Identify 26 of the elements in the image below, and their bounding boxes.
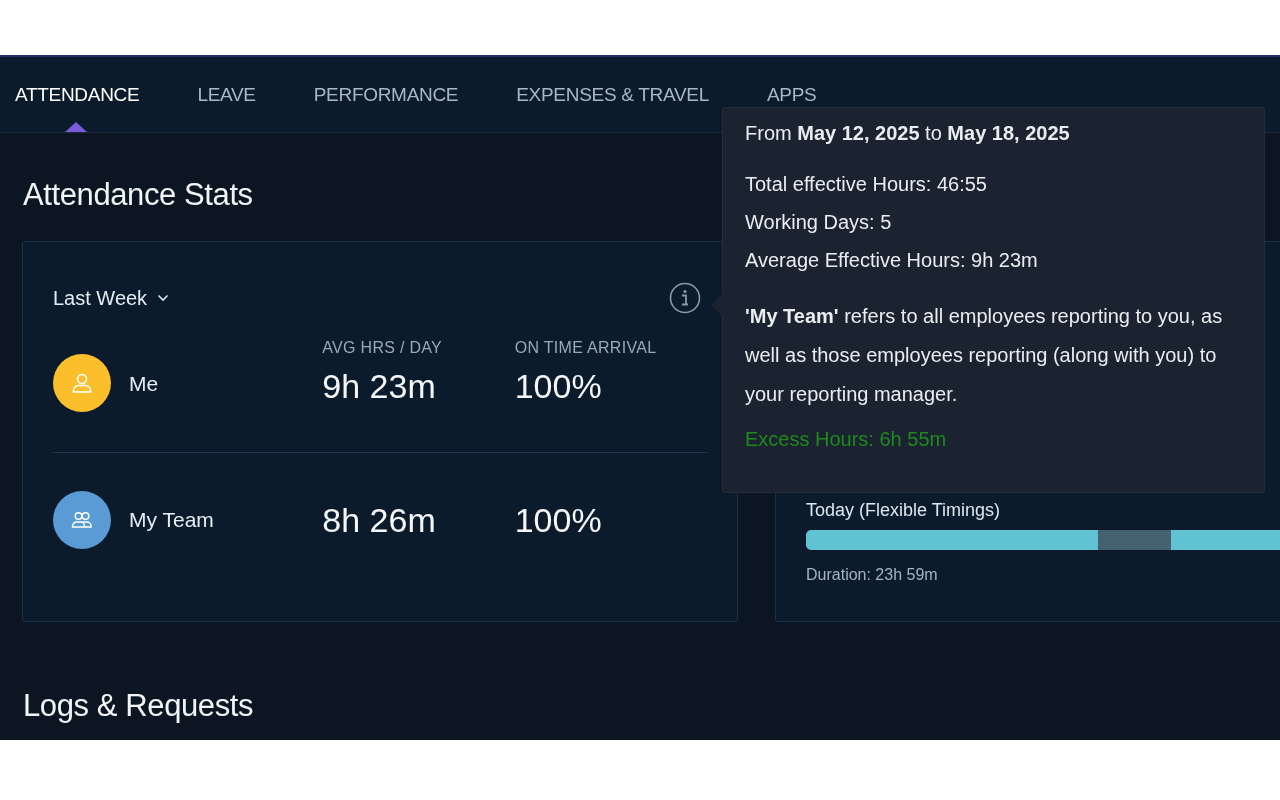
stat-value: 9h 23m [322,367,437,406]
nav-tab[interactable]: ATTENDANCE [15,57,140,132]
tooltip-line: Working Days: 5 [745,210,893,235]
person-icon [70,371,94,395]
tooltip-line: Total effective Hours: 46:55 [745,172,988,197]
stat-value: 8h 26m [322,500,437,540]
duration-text: Duration: 23h 59m [806,566,939,584]
section-title: Logs & Requests [23,688,254,724]
tooltip-line: Average Effective Hours: 9h 23m [745,248,1039,273]
column-header: ON TIME ARRIVAL [514,339,658,357]
stat-value: 100% [514,500,603,540]
caret-icon [157,294,170,302]
tooltip-note: 'My Team' refers to all employees reporting to you, as well as those employees reporting (along with you) to your reporting manager. [745,304,1224,407]
date-range: From May 12, 2025 to May 18, 2025 [745,122,1071,145]
row-label: My Team [129,508,215,532]
timings-title: Today (Flexible Timings) [806,500,1002,522]
excess-hours: Excess Hours: 6h 55m [745,428,948,451]
period-dropdown[interactable]: Last Week [53,286,170,310]
column-header: AVG HRS / DAY [322,339,444,357]
stat-value: 100% [514,367,603,406]
row-label: Me [129,372,160,396]
section-title: Attendance Stats [23,177,253,213]
nav-tab[interactable]: PERFORMANCE [313,57,459,132]
nav-tab[interactable]: LEAVE [197,57,256,132]
info-icon[interactable] [669,282,701,314]
nav-tab[interactable]: EXPENSES & TRAVEL [516,57,709,132]
